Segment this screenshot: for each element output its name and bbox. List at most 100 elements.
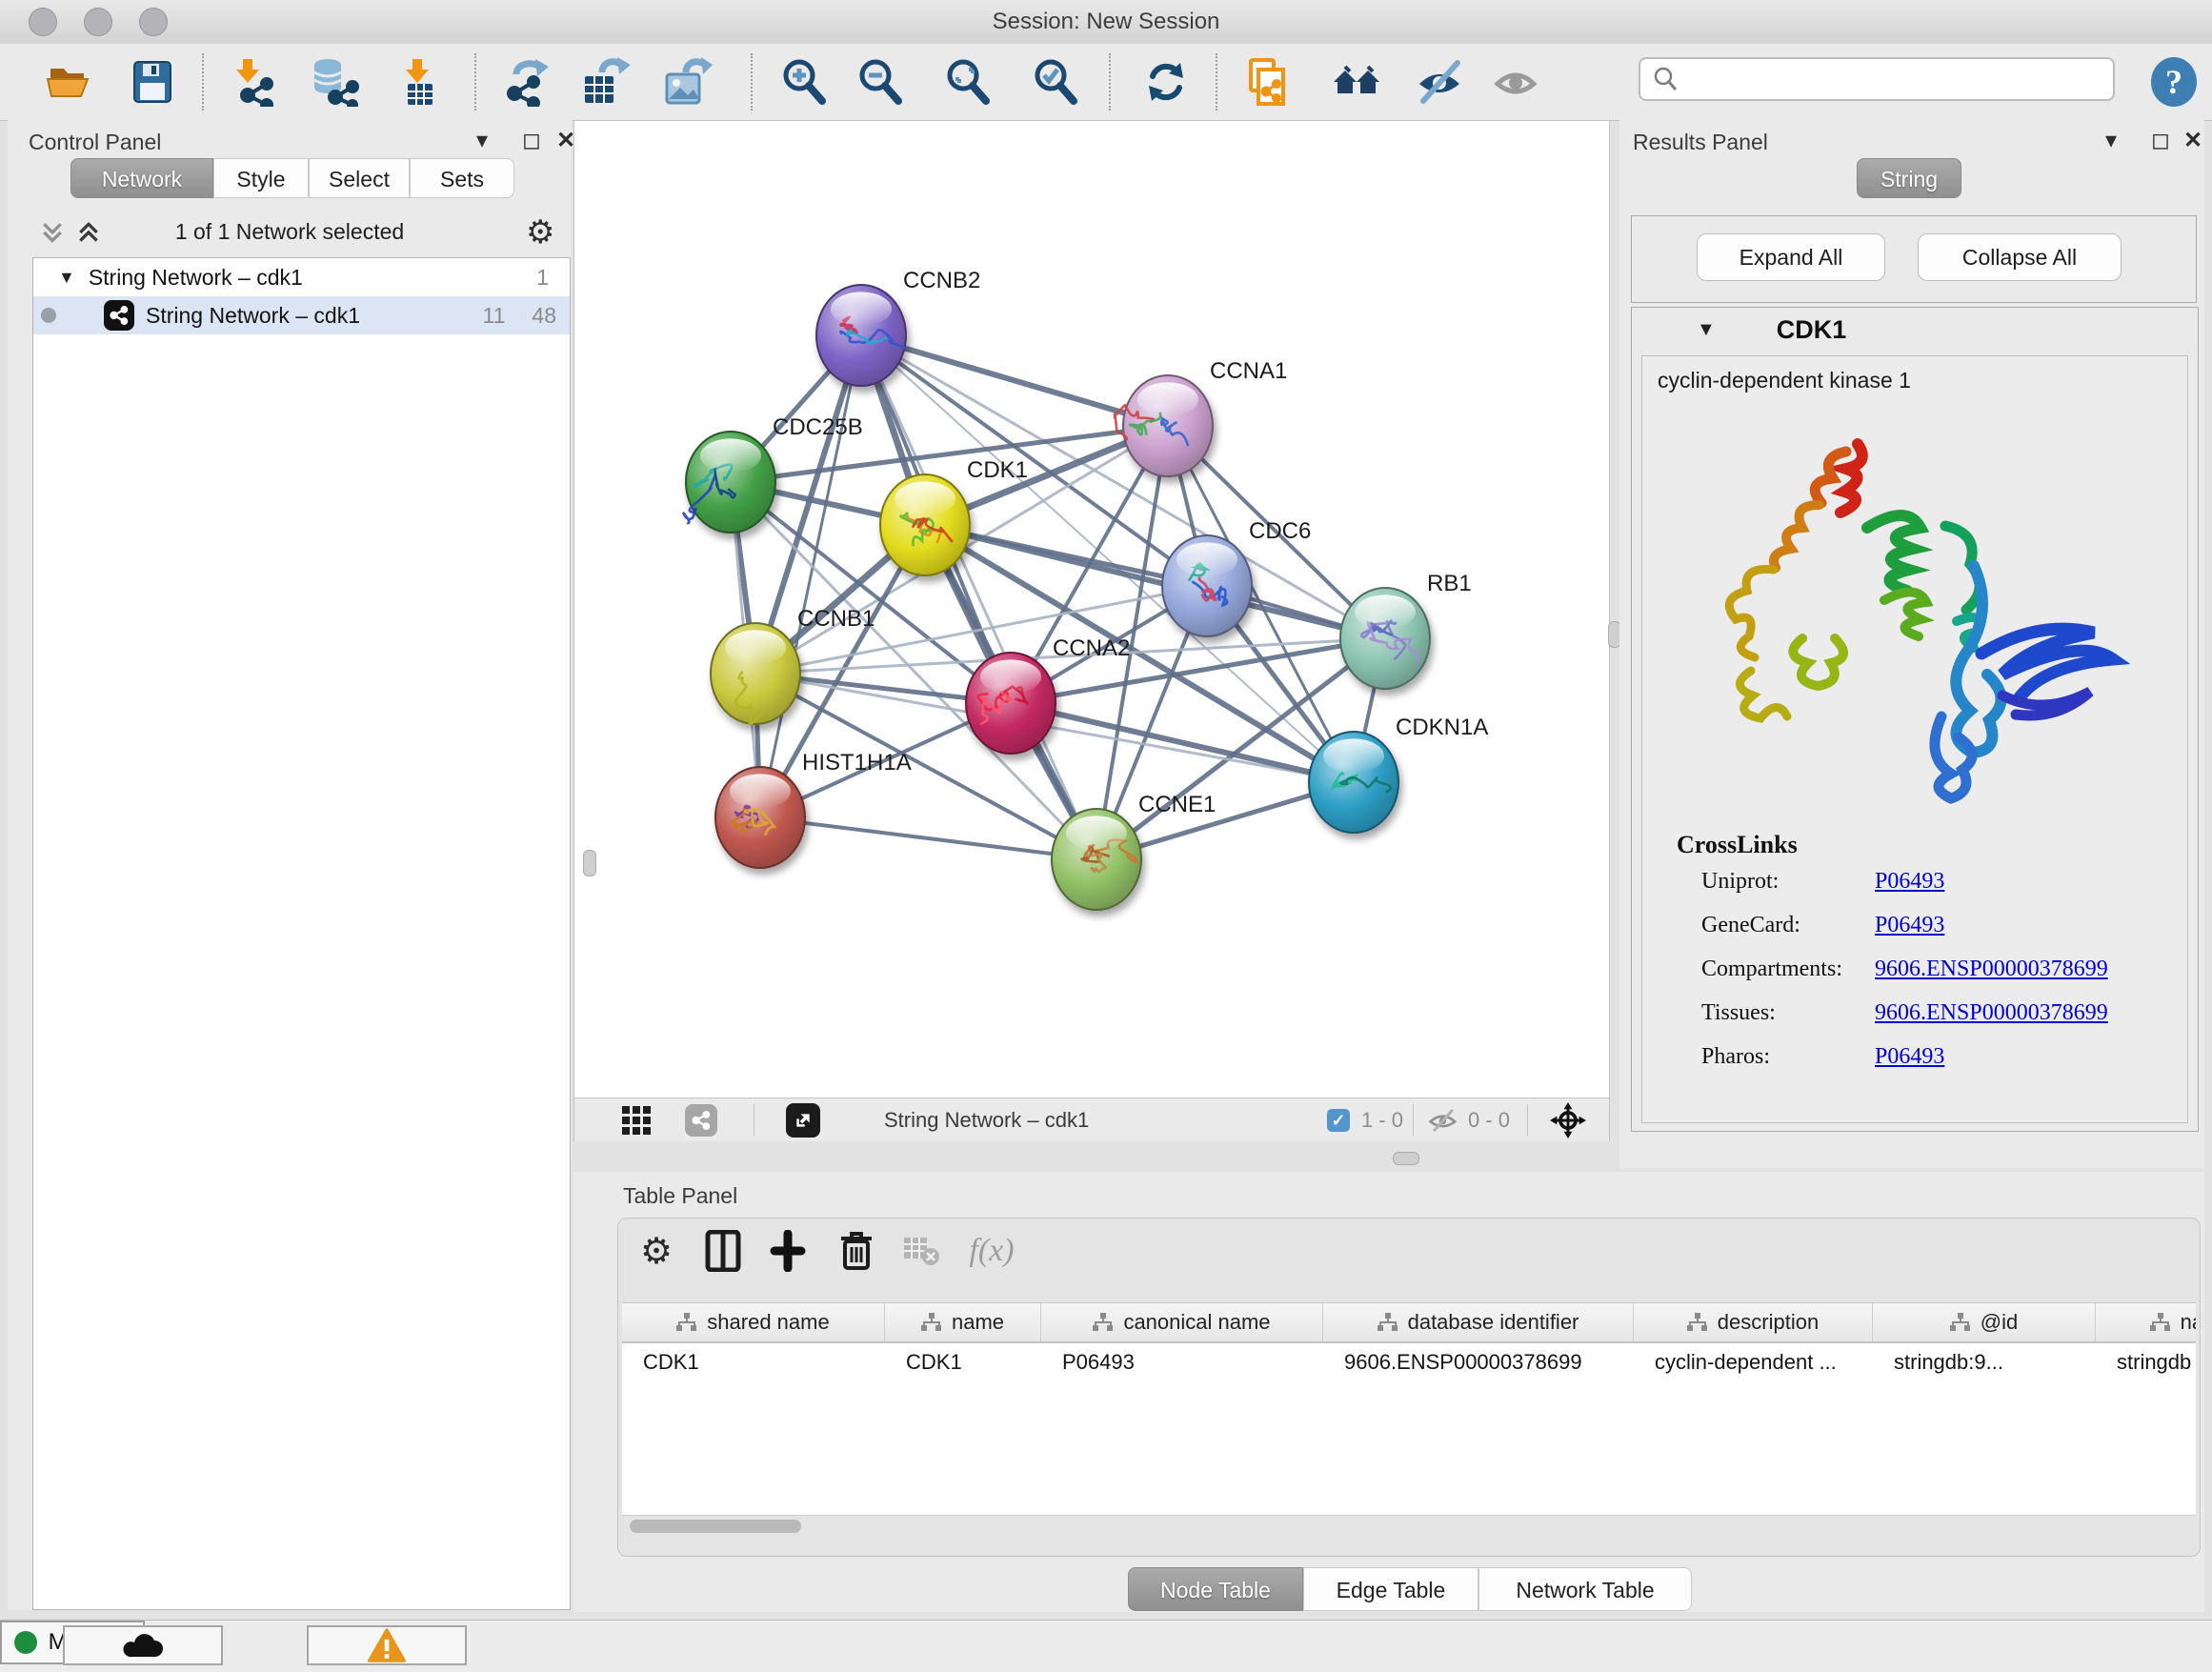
close-panel-icon[interactable]: ✕ — [2183, 130, 2202, 152]
edge-CCNB2-CCNE1[interactable] — [861, 335, 1096, 859]
control-panel-title: Control Panel — [29, 130, 161, 155]
table-panel-tabs: Node TableEdge TableNetwork Table — [1128, 1567, 1692, 1611]
tab-network-table[interactable]: Network Table — [1478, 1567, 1692, 1611]
table-cell[interactable]: cyclin-dependent ... — [1634, 1343, 1873, 1381]
table-cell[interactable]: 9606.ENSP00000378699 — [1323, 1343, 1634, 1381]
hide-selected-icon[interactable] — [1414, 55, 1467, 109]
crosslink-link[interactable]: P06493 — [1875, 913, 1944, 938]
network-view-share-icon[interactable] — [685, 1098, 717, 1141]
crosslink-link[interactable]: P06493 — [1875, 869, 1944, 895]
maximize-panel-icon[interactable]: ◻ — [522, 130, 541, 152]
column-header-canonical-name[interactable]: canonical name — [1041, 1303, 1323, 1341]
refresh-icon[interactable] — [1139, 55, 1193, 109]
table-cell[interactable]: stringdb:9... — [1873, 1343, 2096, 1381]
node-label: CDK1 — [967, 457, 1028, 483]
node-CDKN1A[interactable]: CDKN1A — [1309, 715, 1488, 833]
network-collection-row[interactable]: ▼ String Network – cdk1 1 — [33, 258, 570, 296]
entry-expander-icon[interactable]: ▼ — [1697, 319, 1716, 341]
network-options-gear-icon[interactable]: ⚙ — [526, 213, 554, 252]
save-session-icon[interactable] — [126, 55, 179, 109]
detach-view-icon[interactable] — [786, 1098, 820, 1141]
collapse-all-button[interactable]: Collapse All — [1918, 233, 2122, 281]
import-table-from-file-icon[interactable] — [392, 55, 446, 109]
node-CCNA1[interactable]: CCNA1 — [1115, 358, 1287, 476]
export-table-icon[interactable] — [579, 55, 633, 109]
tab-node-table[interactable]: Node Table — [1128, 1567, 1303, 1611]
column-header-description[interactable]: description — [1634, 1303, 1873, 1341]
zoom-in-icon[interactable] — [777, 55, 831, 109]
tab-style[interactable]: Style — [213, 158, 309, 198]
show-columns-icon[interactable] — [698, 1226, 748, 1276]
crosslink-link[interactable]: 9606.ENSP00000378699 — [1875, 957, 2108, 982]
delete-column-icon[interactable] — [832, 1226, 881, 1276]
node-CCNB1[interactable]: CCNB1 — [711, 606, 875, 724]
cloud-service-button[interactable] — [63, 1625, 223, 1665]
network-row[interactable]: String Network – cdk1 11 48 — [33, 296, 570, 334]
toolbar-divider — [751, 53, 753, 111]
edge-CDK1-RB1[interactable] — [925, 525, 1385, 638]
export-network-icon[interactable] — [499, 55, 553, 109]
node-CCNE1[interactable]: CCNE1 — [1052, 792, 1216, 910]
network-status-dot-icon — [41, 308, 56, 323]
maximize-panel-icon[interactable]: ◻ — [2151, 130, 2170, 152]
tab-string[interactable]: String — [1857, 158, 1961, 198]
zoom-out-icon[interactable] — [854, 55, 907, 109]
tab-sets[interactable]: Sets — [410, 158, 514, 198]
edge-CCNB2-CCNA1[interactable] — [861, 335, 1168, 426]
crosslinks-section: CrossLinks Uniprot:P06493GeneCard:P06493… — [1677, 831, 2172, 1078]
import-network-from-database-icon[interactable] — [309, 55, 362, 109]
table-row[interactable]: CDK1CDK1P064939606.ENSP00000378699cyclin… — [622, 1343, 2196, 1381]
node-HIST1H1A[interactable]: HIST1H1A — [715, 750, 912, 868]
warnings-button[interactable] — [307, 1625, 467, 1665]
network-canvas[interactable]: CCNB2CCNA1CDC25BCDK1CDC6RB1CCNB1CCNA2CDK… — [574, 121, 1609, 1098]
table-cell[interactable]: P06493 — [1041, 1343, 1323, 1381]
crosslink-link[interactable]: 9606.ENSP00000378699 — [1875, 1000, 2108, 1026]
network-name: String Network – cdk1 — [146, 303, 360, 329]
column-label: description — [1718, 1310, 1819, 1335]
crosslink-row: Compartments:9606.ENSP00000378699 — [1677, 947, 2172, 991]
column-header--id[interactable]: @id — [1873, 1303, 2096, 1341]
collection-expander-icon[interactable]: ▼ — [58, 268, 75, 288]
birds-eye-view-icon[interactable] — [1550, 1098, 1586, 1141]
network-view: CCNB2CCNA1CDC25BCDK1CDC6RB1CCNB1CCNA2CDK… — [573, 120, 1610, 1141]
table-cell[interactable]: CDK1 — [622, 1343, 885, 1381]
grid-view-icon[interactable] — [620, 1098, 653, 1141]
vertical-splitter-grip[interactable] — [583, 850, 596, 876]
table-cell[interactable]: stringdb — [2096, 1343, 2196, 1381]
selected-checkbox-icon[interactable]: ✓ — [1327, 1109, 1350, 1132]
zoom-selected-icon[interactable] — [1029, 55, 1082, 109]
search-input[interactable] — [1686, 66, 2113, 92]
results-panel: Results Panel ▾ ◻ ✕ String Expand All Co… — [1619, 120, 2204, 1168]
import-network-from-file-icon[interactable] — [225, 55, 278, 109]
create-column-icon[interactable] — [763, 1226, 813, 1276]
export-image-icon[interactable] — [661, 55, 714, 109]
tab-network[interactable]: Network — [70, 158, 213, 198]
expand-all-button[interactable]: Expand All — [1697, 233, 1885, 281]
column-header-database-identifier[interactable]: database identifier — [1323, 1303, 1634, 1341]
crosslink-link[interactable]: P06493 — [1875, 1044, 1944, 1070]
open-session-icon[interactable] — [42, 55, 95, 109]
edge-HIST1H1A-CCNE1[interactable] — [760, 817, 1096, 859]
tab-select[interactable]: Select — [309, 158, 410, 198]
horizontal-splitter-grip[interactable] — [1393, 1152, 1419, 1165]
tab-edge-table[interactable]: Edge Table — [1303, 1567, 1478, 1611]
table-cell[interactable]: CDK1 — [885, 1343, 1041, 1381]
table-options-gear-icon[interactable]: ⚙ — [632, 1226, 681, 1276]
node-RB1[interactable]: RB1 — [1340, 571, 1472, 689]
float-panel-icon[interactable]: ▾ — [2105, 130, 2117, 152]
float-panel-icon[interactable]: ▾ — [476, 130, 488, 152]
edge-CCNB2-HIST1H1A[interactable] — [760, 335, 861, 817]
zoom-fit-content-icon[interactable] — [941, 55, 995, 109]
new-network-from-selection-icon[interactable] — [1242, 55, 1296, 109]
column-header-namespace[interactable]: namespace — [2096, 1303, 2196, 1341]
show-hidden-icon[interactable] — [1490, 55, 1543, 109]
gene-entry-header[interactable]: ▼ CDK1 — [1632, 308, 2198, 352]
node-CDK1[interactable]: CDK1 — [880, 457, 1028, 575]
column-header-name[interactable]: name — [885, 1303, 1041, 1341]
help-icon[interactable]: ? — [2147, 55, 2201, 109]
node-CDC6[interactable]: CDC6 — [1162, 518, 1311, 636]
column-header-shared-name[interactable]: shared name — [622, 1303, 885, 1341]
first-neighbors-icon[interactable] — [1330, 55, 1383, 109]
horizontal-scrollbar-thumb[interactable] — [630, 1520, 801, 1533]
memory-status-dot-icon — [14, 1631, 37, 1654]
